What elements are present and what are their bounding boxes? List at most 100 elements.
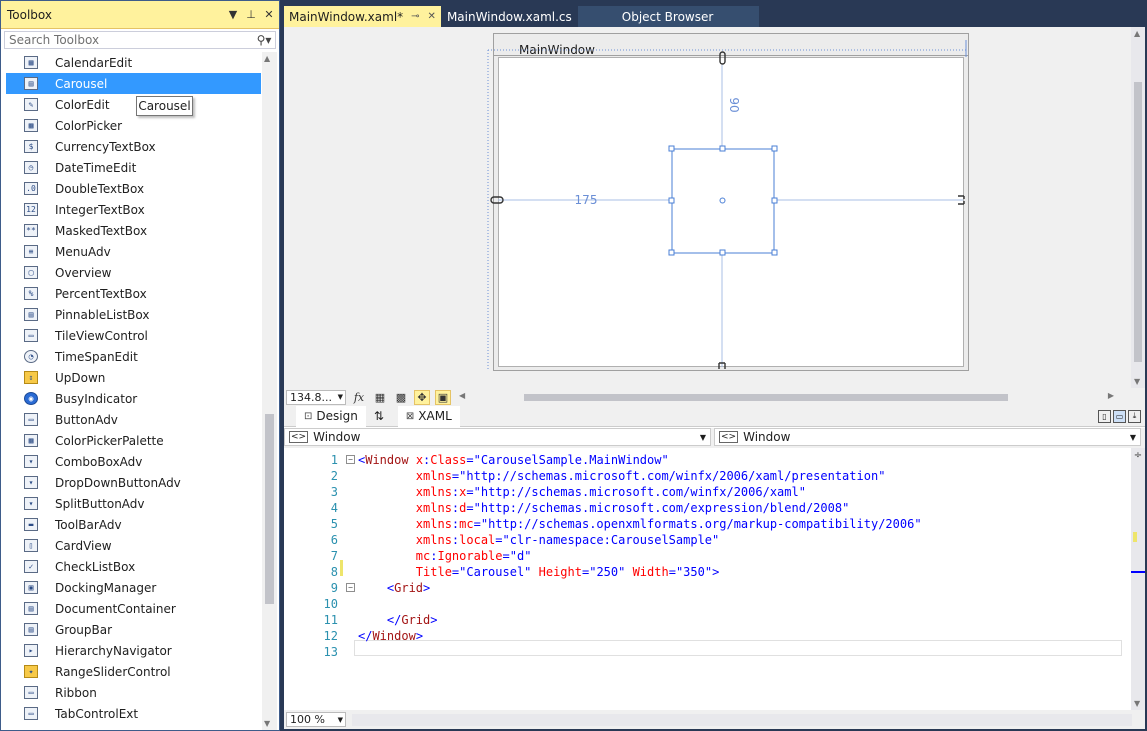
chevron-down-icon[interactable]: ▼ bbox=[338, 716, 345, 724]
code-line[interactable]: 13 bbox=[284, 644, 1131, 660]
xaml-code-area[interactable]: 1− <Window x:Class="CarouselSample.MainWi… bbox=[284, 448, 1131, 710]
scroll-up-icon[interactable]: ▲ bbox=[1134, 29, 1140, 38]
chevron-down-icon[interactable]: ▼ bbox=[1130, 433, 1140, 442]
tab-mainwindow-xaml-cs[interactable]: MainWindow.xaml.cs bbox=[442, 6, 577, 27]
code-line[interactable]: 6 xmlns:local="clr-namespace:CarouselSam… bbox=[284, 532, 1131, 548]
toolbox-item-maskedtextbox[interactable]: ** MaskedTextBox bbox=[6, 220, 261, 241]
designer-zoom-combo[interactable]: 134.8... ▼ bbox=[286, 389, 346, 405]
toolbox-item-percenttextbox[interactable]: % PercentTextBox bbox=[6, 283, 261, 304]
toolbox-item-colorpickerpalette[interactable]: ▩ ColorPickerPalette bbox=[6, 430, 261, 451]
toolbox-item-dockingmanager[interactable]: ▣ DockingManager bbox=[6, 577, 261, 598]
search-icon[interactable]: ⚲▾ bbox=[253, 33, 275, 47]
toolbox-item-comboboxadv[interactable]: ▾ ComboBoxAdv bbox=[6, 451, 261, 472]
toolbox-item-hierarchynavigator[interactable]: ▸ HierarchyNavigator bbox=[6, 640, 261, 661]
designer-vertical-scrollbar[interactable]: ▲ ▼ bbox=[1131, 27, 1145, 388]
pin-tab-icon[interactable]: ⊸ bbox=[411, 11, 419, 22]
toolbox-item-checklistbox[interactable]: ✓ CheckListBox bbox=[6, 556, 261, 577]
close-tab-icon[interactable]: ✕ bbox=[428, 11, 436, 22]
code-horizontal-scrollbar[interactable] bbox=[352, 713, 1132, 726]
collapse-region-icon[interactable]: − bbox=[346, 583, 355, 592]
code-vertical-scrollbar[interactable]: ÷ ▼ bbox=[1131, 448, 1145, 710]
scroll-up-icon[interactable]: ▲ bbox=[264, 54, 270, 63]
toolbox-item-toolbaradv[interactable]: ▬ ToolBarAdv bbox=[6, 514, 261, 535]
scroll-right-icon[interactable]: ▶ bbox=[1108, 391, 1114, 400]
toolbox-item-buttonadv[interactable]: ▭ ButtonAdv bbox=[6, 409, 261, 430]
swap-panes-button[interactable]: ⇅ bbox=[366, 406, 392, 427]
code-line[interactable]: 11 </Grid> bbox=[284, 612, 1131, 628]
toolbox-scroll-thumb[interactable] bbox=[265, 414, 274, 604]
collapse-pane-icon[interactable]: ⤓ bbox=[1128, 409, 1141, 423]
toolbox-item-pinnablelistbox[interactable]: ▤ PinnableListBox bbox=[6, 304, 261, 325]
chevron-down-icon[interactable]: ▼ bbox=[700, 433, 710, 442]
code-token: Window bbox=[372, 629, 416, 643]
designer-window[interactable]: MainWindow bbox=[493, 33, 969, 371]
effects-icon[interactable]: fx bbox=[351, 390, 367, 405]
toolbox-item-cardview[interactable]: ▯ CardView bbox=[6, 535, 261, 556]
toolbox-item-coloredit[interactable]: ✎ ColorEdit bbox=[6, 94, 261, 115]
snap-to-snaplines-icon[interactable]: ✥ bbox=[414, 389, 430, 405]
element-nav-right-combo[interactable]: <> Window ▼ bbox=[714, 428, 1141, 446]
toolbox-item-tabcontrolext[interactable]: ▭ TabControlExt bbox=[6, 703, 261, 724]
grid-toggle-icon[interactable]: ▦ bbox=[372, 390, 388, 405]
element-nav-left-combo[interactable]: <> Window ▼ bbox=[284, 428, 711, 446]
code-line[interactable]: 3 xmlns:x="http://schemas.microsoft.com/… bbox=[284, 484, 1131, 500]
color-picker-icon: ▩ bbox=[24, 119, 38, 132]
window-position-dropdown-icon[interactable]: ▼ bbox=[225, 8, 241, 21]
code-line[interactable]: 10 bbox=[284, 596, 1131, 612]
toolbox-item-ribbon[interactable]: ▭ Ribbon bbox=[6, 682, 261, 703]
toolbox-item-datetimeedit[interactable]: ◷ DateTimeEdit bbox=[6, 157, 261, 178]
horizontal-split-icon[interactable]: ▭ bbox=[1113, 409, 1126, 423]
project-code-icon[interactable]: ▣ bbox=[435, 389, 451, 405]
scroll-left-icon[interactable]: ◀ bbox=[459, 391, 465, 400]
tab-design[interactable]: ⊡ Design bbox=[296, 405, 366, 427]
toolbox-item-timespanedit[interactable]: ◔ TimeSpanEdit bbox=[6, 346, 261, 367]
scroll-down-icon[interactable]: ▼ bbox=[264, 719, 270, 728]
toolbox-item-documentcontainer[interactable]: ▤ DocumentContainer bbox=[6, 598, 261, 619]
toolbox-item-splitbuttonadv[interactable]: ▾ SplitButtonAdv bbox=[6, 493, 261, 514]
snap-gridlines-icon[interactable]: ▩ bbox=[393, 390, 409, 405]
toolbox-item-label: SplitButtonAdv bbox=[55, 496, 145, 511]
toolbox-item-carousel[interactable]: ▤ Carousel bbox=[6, 73, 261, 94]
tab-mainwindow-xaml[interactable]: MainWindow.xaml* ⊸ ✕ bbox=[284, 6, 441, 27]
toolbox-item-updown[interactable]: ⇕ UpDown bbox=[6, 367, 261, 388]
toolbox-item-integertextbox[interactable]: 12 IntegerTextBox bbox=[6, 199, 261, 220]
chevron-down-icon[interactable]: ▼ bbox=[338, 393, 345, 401]
toolbox-item-overview[interactable]: ▢ Overview bbox=[6, 262, 261, 283]
designer-vscroll-thumb[interactable] bbox=[1134, 82, 1142, 362]
toolbox-search-input[interactable]: Search Toolbox ⚲▾ bbox=[4, 31, 276, 49]
code-line[interactable]: 12 </Window> bbox=[284, 628, 1131, 644]
designer-horizontal-scrollbar[interactable]: ◀ ▶ bbox=[459, 391, 1114, 403]
pin-icon[interactable]: ⊥ bbox=[243, 8, 259, 21]
code-line[interactable]: 5 xmlns:mc="http://schemas.openxmlformat… bbox=[284, 516, 1131, 532]
toolbox-item-dropdownbuttonadv[interactable]: ▾ DropDownButtonAdv bbox=[6, 472, 261, 493]
window-client-area[interactable] bbox=[498, 57, 964, 367]
scroll-down-icon[interactable]: ▼ bbox=[1134, 699, 1140, 708]
toolbox-item-menuadv[interactable]: ≡ MenuAdv bbox=[6, 241, 261, 262]
code-line[interactable]: 8 Title="Carousel" Height="250" Width="3… bbox=[284, 564, 1131, 580]
design-surface[interactable]: MainWindow 90 175 bbox=[284, 27, 1131, 388]
designer-hscroll-thumb[interactable] bbox=[523, 394, 1008, 401]
split-window-icon[interactable]: ÷ bbox=[1132, 450, 1144, 464]
toolbox-item-tileviewcontrol[interactable]: ▭ TileViewControl bbox=[6, 325, 261, 346]
toolbox-item-label: BusyIndicator bbox=[55, 391, 138, 406]
toolbox-scrollbar[interactable]: ▲ ▼ bbox=[262, 52, 277, 730]
code-line[interactable]: 7 mc:Ignorable="d" bbox=[284, 548, 1131, 564]
close-icon[interactable]: ✕ bbox=[261, 8, 277, 21]
code-zoom-combo[interactable]: 100 % ▼ bbox=[286, 712, 346, 727]
toolbox-item-groupbar[interactable]: ▤ GroupBar bbox=[6, 619, 261, 640]
code-line[interactable]: 2 xmlns="http://schemas.microsoft.com/wi… bbox=[284, 468, 1131, 484]
vertical-split-icon[interactable]: ▯ bbox=[1098, 409, 1111, 423]
toolbox-item-colorpicker[interactable]: ▩ ColorPicker bbox=[6, 115, 261, 136]
toolbox-item-doubletextbox[interactable]: .0 DoubleTextBox bbox=[6, 178, 261, 199]
scroll-down-icon[interactable]: ▼ bbox=[1134, 377, 1140, 386]
code-line[interactable]: 1− <Window x:Class="CarouselSample.MainWi… bbox=[284, 452, 1131, 468]
collapse-region-icon[interactable]: − bbox=[346, 455, 355, 464]
code-line[interactable]: 9− <Grid> bbox=[284, 580, 1131, 596]
tab-object-browser[interactable]: Object Browser bbox=[577, 6, 760, 27]
code-line[interactable]: 4 xmlns:d="http://schemas.microsoft.com/… bbox=[284, 500, 1131, 516]
toolbox-item-calendaredit[interactable]: ▦ CalendarEdit bbox=[6, 52, 261, 73]
tab-xaml[interactable]: ⊠ XAML bbox=[397, 405, 460, 427]
toolbox-item-rangeslidercontrol[interactable]: ✦ RangeSliderControl bbox=[6, 661, 261, 682]
toolbox-item-currencytextbox[interactable]: $ CurrencyTextBox bbox=[6, 136, 261, 157]
toolbox-item-busyindicator[interactable]: ◉ BusyIndicator bbox=[6, 388, 261, 409]
